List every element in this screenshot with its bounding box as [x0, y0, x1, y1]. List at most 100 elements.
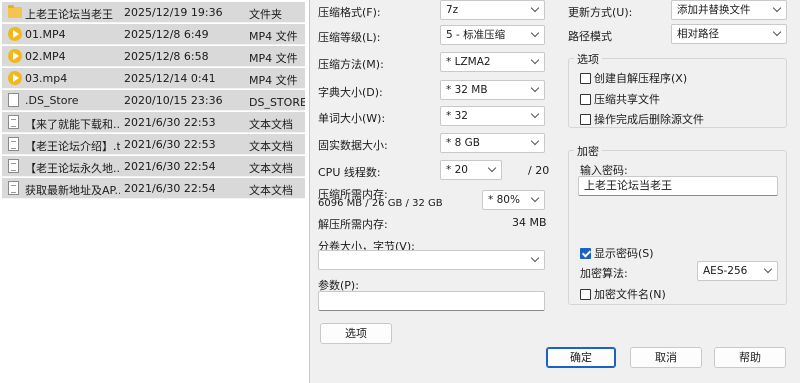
path-mode-value: 相对路径: [677, 28, 719, 40]
text-file-icon: [8, 115, 19, 129]
file-date: 2025/12/14 0:41: [124, 72, 216, 85]
word-select[interactable]: * 32: [440, 106, 545, 126]
encrypt-filenames-checkbox-label: 加密文件名(N): [594, 288, 666, 301]
delete-source-checkbox[interactable]: 操作完成后删除源文件: [580, 111, 704, 127]
checkbox-box: [580, 247, 591, 259]
file-date: 2020/10/15 23:36: [124, 94, 223, 107]
media-file-icon: [8, 27, 22, 41]
method-value: * LZMA2: [446, 56, 491, 68]
password-input[interactable]: 上老王论坛当老王: [578, 176, 778, 196]
update-mode-select[interactable]: 添加并替换文件: [671, 0, 787, 20]
file-name: 上老王论坛当老王: [25, 8, 113, 21]
show-password-checkbox[interactable]: 显示密码(S): [580, 245, 654, 261]
file-type: MP4 文件: [249, 52, 298, 65]
text-file-icon: [8, 181, 19, 195]
checkbox-box: [580, 288, 591, 300]
chevron-down-icon: [772, 3, 782, 13]
file-name: 获取最新地址及AP...: [25, 184, 120, 197]
encryption-method-value: AES-256: [703, 265, 748, 277]
threads-max: / 20: [528, 164, 550, 177]
file-type: 文本文档: [249, 162, 293, 175]
file-date: 2021/6/30 22:54: [124, 160, 216, 173]
update-mode-label: 更新方式(U):: [568, 6, 633, 19]
threads-label: CPU 线程数:: [318, 166, 381, 179]
help-button[interactable]: 帮助: [714, 347, 786, 368]
format-select[interactable]: 7z: [440, 0, 545, 20]
method-select[interactable]: * LZMA2: [440, 52, 545, 72]
mem-decompress-value: 34 MB: [512, 216, 547, 229]
encrypt-filenames-checkbox[interactable]: 加密文件名(N): [580, 286, 666, 302]
file-type: MP4 文件: [249, 74, 298, 87]
file-date: 2025/12/8 6:58: [124, 50, 209, 63]
file-list: 上老王论坛当老王 2025/12/19 19:36 文件夹 01.MP4 202…: [0, 0, 305, 383]
cancel-button[interactable]: 取消: [630, 347, 702, 368]
file-row[interactable]: 03.mp4 2025/12/14 0:41 MP4 文件: [2, 68, 305, 89]
options-button[interactable]: 选项: [320, 323, 392, 344]
params-input[interactable]: [318, 291, 545, 311]
encryption-method-label: 加密算法:: [580, 267, 628, 280]
checkbox-box: [580, 72, 591, 84]
folder-icon: [8, 5, 22, 18]
blank-file-icon: [8, 93, 19, 107]
file-type: 文本文档: [249, 140, 293, 153]
chevron-down-icon: [530, 3, 540, 13]
file-row[interactable]: 02.MP4 2025/12/8 6:58 MP4 文件: [2, 46, 305, 67]
shared-files-checkbox[interactable]: 压缩共享文件: [580, 91, 660, 107]
chevron-down-icon: [530, 253, 540, 263]
threads-value: * 20: [446, 164, 468, 176]
file-date: 2021/6/30 22:53: [124, 116, 216, 129]
text-file-icon: [8, 137, 19, 151]
encryption-group-title: 加密: [574, 143, 602, 159]
file-row[interactable]: 【老王论坛介绍】.txt 2021/6/30 22:53 文本文档: [2, 134, 305, 155]
ok-button[interactable]: 确定: [546, 347, 616, 368]
delete-source-checkbox-label: 操作完成后删除源文件: [594, 113, 704, 126]
media-file-icon: [8, 71, 22, 85]
chevron-down-icon: [487, 163, 497, 173]
path-mode-label: 路径模式: [568, 30, 612, 43]
file-date: 2025/12/19 19:36: [124, 6, 223, 19]
sfx-checkbox-label: 创建自解压程序(X): [594, 72, 688, 85]
file-type: 文本文档: [249, 118, 293, 131]
format-value: 7z: [446, 4, 459, 16]
split-size-select[interactable]: [318, 250, 545, 270]
threads-select[interactable]: * 20: [440, 160, 502, 180]
path-mode-select[interactable]: 相对路径: [671, 24, 787, 44]
file-type: 文件夹: [249, 8, 282, 21]
sfx-checkbox[interactable]: 创建自解压程序(X): [580, 70, 687, 86]
mem-decompress-label: 解压所需内存:: [318, 218, 388, 231]
chevron-down-icon: [763, 264, 773, 274]
shared-files-checkbox-label: 压缩共享文件: [594, 93, 660, 106]
file-row[interactable]: 【来了就能下载和... 2021/6/30 22:53 文本文档: [2, 112, 305, 133]
dict-label: 字典大小(D):: [318, 86, 383, 99]
level-value: 5 - 标准压缩: [446, 29, 506, 41]
file-type: 文本文档: [249, 184, 293, 197]
file-name: 【老王论坛永久地...: [25, 162, 120, 175]
level-label: 压缩等级(L):: [318, 31, 381, 44]
options-group-title: 选项: [574, 51, 602, 67]
checkbox-box: [580, 93, 591, 105]
chevron-down-icon: [530, 109, 540, 119]
file-date: 2025/12/8 6:49: [124, 28, 209, 41]
file-row[interactable]: 【老王论坛永久地... 2021/6/30 22:54 文本文档: [2, 156, 305, 177]
file-row[interactable]: 上老王论坛当老王 2025/12/19 19:36 文件夹: [2, 2, 305, 23]
format-label: 压缩格式(F):: [318, 6, 381, 19]
update-mode-value: 添加并替换文件: [677, 4, 751, 16]
mem-percent-value: * 80%: [488, 194, 520, 206]
chevron-down-icon: [530, 28, 540, 38]
file-row[interactable]: 获取最新地址及AP... 2021/6/30 22:54 文本文档: [2, 178, 305, 199]
file-row[interactable]: 01.MP4 2025/12/8 6:49 MP4 文件: [2, 24, 305, 45]
chevron-down-icon: [530, 136, 540, 146]
file-name: 【来了就能下载和...: [25, 118, 120, 131]
mem-percent-select[interactable]: * 80%: [482, 190, 545, 210]
file-name: 【老王论坛介绍】.txt: [25, 140, 120, 153]
solid-select[interactable]: * 8 GB: [440, 133, 545, 153]
file-row[interactable]: .DS_Store 2020/10/15 23:36 DS_STORE 文: [2, 90, 305, 111]
show-password-checkbox-label: 显示密码(S): [594, 247, 654, 260]
word-label: 单词大小(W):: [318, 112, 386, 125]
chevron-down-icon: [530, 55, 540, 65]
solid-label: 固实数据大小:: [318, 139, 388, 152]
encryption-method-select[interactable]: AES-256: [697, 261, 778, 281]
dict-select[interactable]: * 32 MB: [440, 80, 545, 100]
file-date: 2021/6/30 22:53: [124, 138, 216, 151]
level-select[interactable]: 5 - 标准压缩: [440, 25, 545, 45]
